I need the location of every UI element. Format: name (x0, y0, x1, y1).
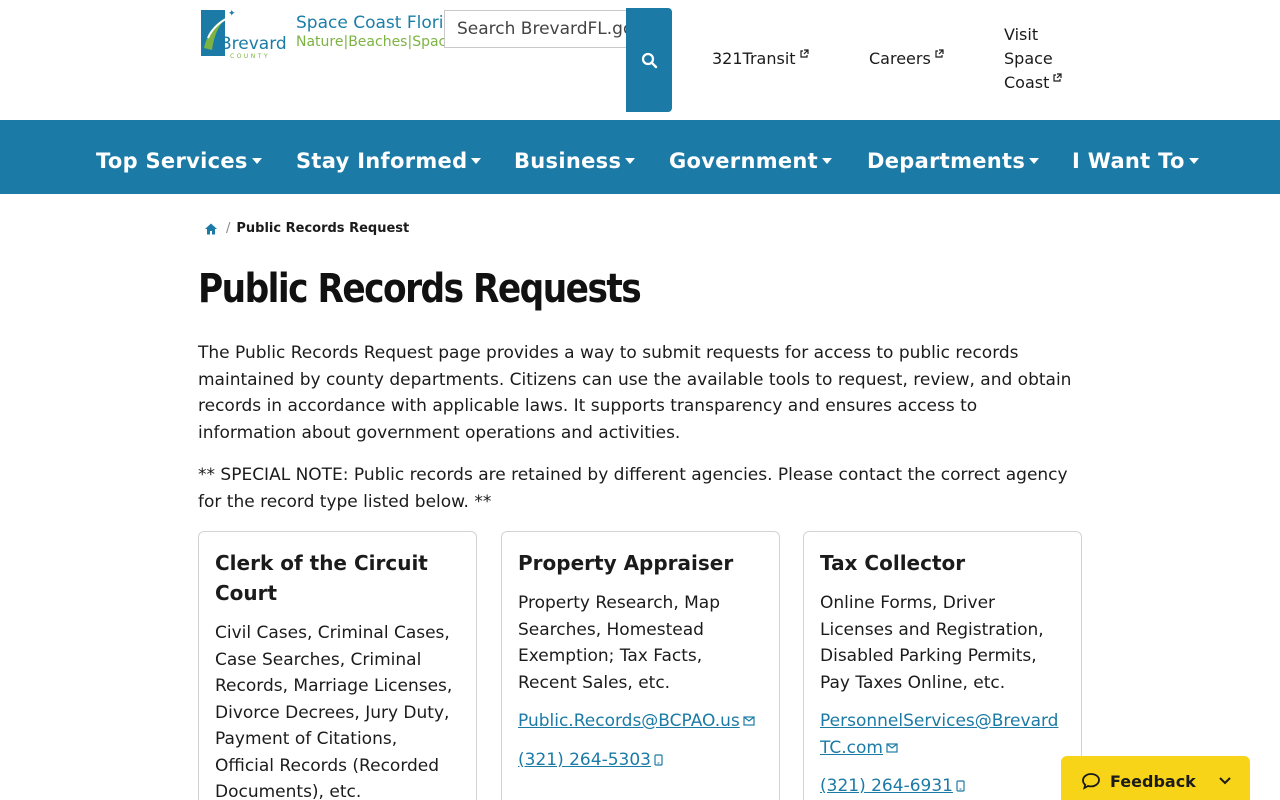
card-tax-collector: Tax Collector Online Forms, Driver Licen… (803, 531, 1082, 800)
card-title: Property Appraiser (518, 551, 734, 575)
phone-link[interactable]: (321) 264-6931 (820, 776, 965, 796)
site-header: ✦ Brevard COUNTY Space Coast Florida Nat… (0, 0, 1280, 120)
site-tagline: Nature|Beaches|Space (296, 34, 455, 50)
chevron-down-icon (1219, 777, 1231, 785)
external-link-icon (935, 49, 944, 58)
logo-mark-icon: ✦ Brevard COUNTY (201, 9, 287, 60)
search-icon (641, 52, 657, 68)
svg-text:✦: ✦ (228, 9, 236, 19)
intro-text: The Public Records Request page provides… (198, 343, 1072, 443)
nav-departments[interactable]: Departments (867, 148, 1040, 174)
link-visit-space-coast[interactable]: Visit Space Coast (1004, 23, 1084, 95)
svg-text:Brevard: Brevard (220, 34, 287, 54)
card-property-appraiser: Property Appraiser Property Research, Ma… (501, 531, 780, 800)
card-title: Clerk of the Circuit Court (215, 551, 428, 605)
search-button[interactable] (626, 8, 672, 112)
external-link-icon (1053, 73, 1062, 82)
page-title: Public Records Requests (198, 266, 642, 312)
card-clerk-of-court: Clerk of the Circuit Court Civil Cases, … (198, 531, 477, 800)
phone-icon (956, 780, 965, 792)
link-321transit[interactable]: 321Transit (712, 47, 809, 71)
phone-icon (654, 753, 663, 766)
caret-down-icon (1188, 157, 1199, 164)
home-icon[interactable] (204, 222, 218, 236)
card-title: Tax Collector (820, 551, 966, 575)
feedback-button[interactable]: Feedback (1061, 756, 1250, 800)
site-title: Space Coast Florida (296, 13, 465, 33)
card-description: Online Forms, Driver Licenses and Regist… (820, 593, 1044, 693)
email-link[interactable]: PersonnelServices@BrevardTC.com (820, 711, 1058, 758)
nav-stay-informed[interactable]: Stay Informed (296, 148, 482, 174)
caret-down-icon (471, 157, 482, 164)
nav-top-services[interactable]: Top Services (96, 148, 262, 174)
mail-icon (886, 742, 898, 753)
phone-link[interactable]: (321) 264-5303 (518, 750, 663, 770)
card-description: Civil Cases, Criminal Cases, Case Search… (215, 623, 453, 800)
nav-business[interactable]: Business (514, 148, 636, 174)
brevard-county-logo[interactable]: ✦ Brevard COUNTY (198, 8, 290, 62)
main-nav: Top Services Stay Informed Business Gove… (0, 120, 1280, 194)
site-title-block[interactable]: Space Coast Florida Nature|Beaches|Space (296, 13, 466, 57)
svg-text:COUNTY: COUNTY (230, 53, 270, 60)
breadcrumb-separator: / (226, 221, 231, 236)
link-careers[interactable]: Careers (869, 47, 944, 71)
feedback-label: Feedback (1110, 771, 1196, 791)
chat-bubble-icon (1082, 773, 1100, 790)
caret-down-icon (822, 157, 833, 164)
search-input[interactable] (445, 11, 627, 47)
caret-down-icon (1029, 157, 1040, 164)
nav-i-want-to[interactable]: I Want To (1072, 148, 1199, 174)
email-link[interactable]: Public.Records@BCPAO.us (518, 711, 755, 731)
breadcrumb: / Public Records Request (204, 221, 409, 236)
special-note: ** SPECIAL NOTE: Public records are reta… (198, 465, 1068, 512)
breadcrumb-current: Public Records Request (236, 221, 410, 236)
external-link-icon (799, 49, 809, 58)
mail-icon (743, 716, 755, 726)
card-description: Property Research, Map Searches, Homeste… (518, 593, 720, 693)
caret-down-icon (251, 157, 262, 164)
search-field[interactable] (444, 10, 628, 48)
nav-government[interactable]: Government (669, 148, 833, 174)
caret-down-icon (625, 157, 636, 164)
